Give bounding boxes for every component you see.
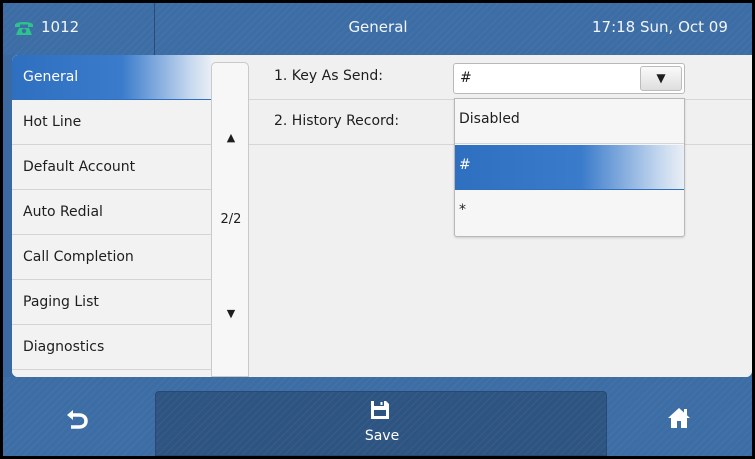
clock: 17:18 Sun, Oct 09 <box>592 18 728 36</box>
save-softkey[interactable]: Save <box>155 391 607 456</box>
status-bar: 1012 General 17:18 Sun, Oct 09 <box>3 3 752 55</box>
screen-title: General <box>348 18 408 36</box>
menu-item-general[interactable]: General <box>12 55 211 100</box>
back-arrow-icon <box>67 410 88 429</box>
chevron-down-icon[interactable]: ▼ <box>640 66 682 91</box>
dropdown-option-star[interactable]: * <box>455 190 684 235</box>
dropdown-option-hash[interactable]: # <box>455 145 684 190</box>
menu-scroller: ▲ 2/2 ▼ <box>211 62 249 377</box>
menu-item-diagnostics[interactable]: Diagnostics <box>12 325 211 370</box>
settings-panel: General Hot Line Default Account Auto Re… <box>12 55 752 377</box>
scroll-up-arrow-icon[interactable]: ▲ <box>212 131 250 144</box>
menu-item-hot-line[interactable]: Hot Line <box>12 100 211 145</box>
home-icon <box>668 408 690 428</box>
softkey-bar: Save <box>3 377 752 456</box>
back-softkey[interactable] <box>3 391 153 451</box>
menu-item-call-completion[interactable]: Call Completion <box>12 235 211 280</box>
key-as-send-label: 1. Key As Send: <box>274 68 383 84</box>
setting-row-key-as-send: 1. Key As Send: # ▼ <box>249 55 752 100</box>
menu-item-paging-list[interactable]: Paging List <box>12 280 211 325</box>
floppy-disk-icon <box>371 401 389 419</box>
save-label: Save <box>364 428 400 444</box>
menu-item-default-account[interactable]: Default Account <box>12 145 211 190</box>
left-menu: General Hot Line Default Account Auto Re… <box>12 55 211 377</box>
phone-screen: 1012 General 17:18 Sun, Oct 09 General H… <box>3 3 752 456</box>
phone-handset-icon <box>15 22 33 35</box>
key-as-send-value: # <box>460 70 472 86</box>
line-number: 1012 <box>41 18 80 36</box>
history-record-label: 2. History Record: <box>274 113 400 129</box>
page-indicator: 2/2 <box>220 212 242 227</box>
line-status[interactable]: 1012 <box>3 3 155 55</box>
scroll-down-arrow-icon[interactable]: ▼ <box>212 307 250 320</box>
key-as-send-dropdown: Disabled # * <box>454 98 685 237</box>
menu-item-auto-redial[interactable]: Auto Redial <box>12 190 211 235</box>
dropdown-option-disabled[interactable]: Disabled <box>455 99 684 144</box>
home-softkey[interactable] <box>609 391 752 451</box>
key-as-send-select[interactable]: # ▼ <box>453 63 685 94</box>
